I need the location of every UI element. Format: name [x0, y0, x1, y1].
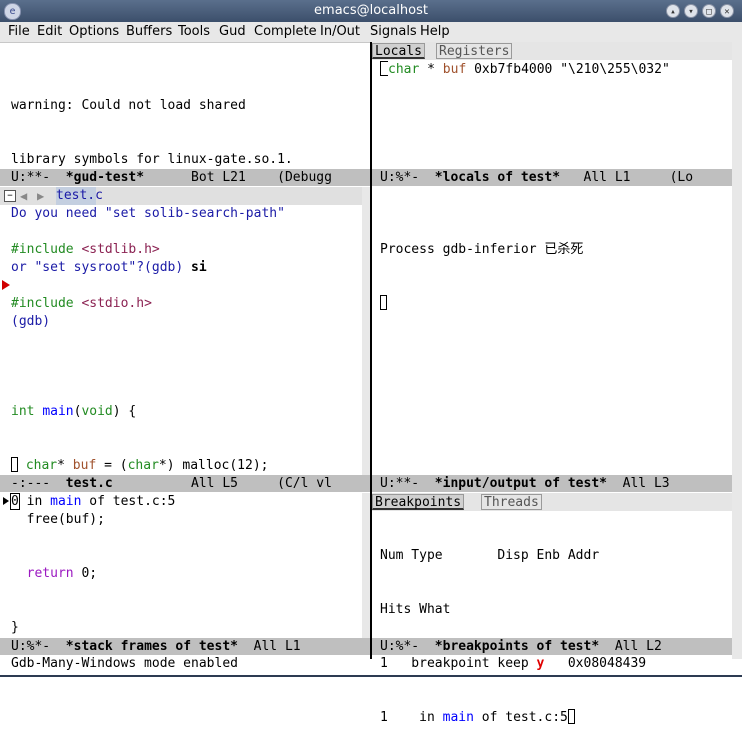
menu-options[interactable]: Options: [69, 24, 119, 39]
breakpoint-arrow-icon[interactable]: [2, 280, 10, 290]
locals-header-line: Locals Registers: [372, 42, 732, 60]
breakpoints-header-line: Breakpoints Threads: [372, 493, 732, 511]
gud-modeline: U:**- *gud-test* Bot L21 (Debugg: [0, 169, 370, 186]
source-buffer-name: test.c: [65, 476, 113, 491]
locals-row[interactable]: char * buf 0xb7fb4000 "\210\255\032": [380, 61, 730, 79]
locals-buffer-name: *locals of test*: [434, 170, 561, 185]
breakpoints-buffer[interactable]: Num Type Disp Enb Addr Hits What 1 break…: [380, 511, 730, 745]
gud-line: warning: Could not load shared: [11, 98, 246, 113]
window-divider[interactable]: [370, 42, 372, 659]
menu-buffers[interactable]: Buffers: [126, 24, 172, 39]
source-buffer[interactable]: #include <stdlib.h> #include <stdio.h> ​…: [11, 205, 361, 655]
breakpoints-buffer-name: *breakpoints of test*: [434, 639, 600, 654]
gud-line: library symbols for linux-gate.so.1.: [11, 152, 293, 167]
window-title: emacs@localhost: [314, 3, 428, 18]
menu-in-out[interactable]: In/Out: [320, 24, 360, 39]
menu-gud[interactable]: Gud: [219, 24, 246, 39]
menu-signals[interactable]: Signals: [370, 24, 417, 39]
io-cursor: [380, 295, 387, 310]
play-icon[interactable]: ▶: [37, 189, 44, 203]
io-buffer-name: *input/output of test*: [434, 476, 607, 491]
breakpoints-header-2: Hits What: [380, 602, 451, 617]
minus-icon[interactable]: −: [4, 190, 16, 202]
rewind-icon[interactable]: ◀: [20, 189, 27, 203]
breakpoints-modeline: U:%*- *breakpoints of test* All L2: [372, 638, 732, 655]
frame-arrow-icon: [3, 497, 9, 505]
close-icon[interactable]: ✕: [720, 4, 734, 18]
menu-help[interactable]: Help: [420, 24, 450, 39]
tab-threads[interactable]: Threads: [481, 494, 542, 510]
minimize-icon[interactable]: ▾: [684, 4, 698, 18]
maximize-icon[interactable]: □: [702, 4, 716, 18]
echo-area: Gdb-Many-Windows mode enabled: [11, 656, 238, 671]
source-file-label[interactable]: test.c: [56, 187, 103, 205]
source-toolbar: − ◀ ▶ test.c: [0, 187, 362, 205]
shade-icon[interactable]: ▴: [666, 4, 680, 18]
title-bar: e emacs@localhost ▴ ▾ □ ✕: [0, 0, 742, 22]
right-scrollbar[interactable]: [732, 42, 742, 659]
tab-registers[interactable]: Registers: [436, 43, 513, 59]
source-modeline: -:--- test.c All L5 (C/l vl: [0, 475, 370, 492]
tab-locals[interactable]: Locals: [372, 43, 425, 59]
menu-tools[interactable]: Tools: [178, 24, 210, 39]
locals-modeline: U:%*- *locals of test* All L1 (Lo: [372, 169, 732, 186]
menu-bar: File Edit Options Buffers Tools Gud Comp…: [0, 22, 742, 43]
breakpoints-header-1: Num Type Disp Enb Addr: [380, 548, 600, 563]
breakpoint-location-row[interactable]: 1 in main of test.c:5: [380, 709, 730, 727]
menu-file[interactable]: File: [8, 24, 30, 39]
io-buffer[interactable]: Process gdb-inferior 已杀死: [380, 205, 730, 331]
source-scrollbar[interactable]: [362, 187, 370, 475]
stack-frame-row[interactable]: 0 in main of test.c:5: [10, 493, 361, 511]
menu-edit[interactable]: Edit: [37, 24, 62, 39]
stack-buffer-name: *stack frames of test*: [65, 639, 238, 654]
gud-buffer-name: *gud-test*: [65, 170, 145, 185]
tab-breakpoints[interactable]: Breakpoints: [372, 494, 465, 510]
io-modeline: U:**- *input/output of test* All L3: [372, 475, 732, 492]
io-line: Process gdb-inferior 已杀死: [380, 242, 584, 257]
menu-complete[interactable]: Complete: [254, 24, 317, 39]
stack-modeline: U:%*- *stack frames of test* All L1: [0, 638, 370, 655]
stack-scrollbar[interactable]: [362, 493, 370, 638]
